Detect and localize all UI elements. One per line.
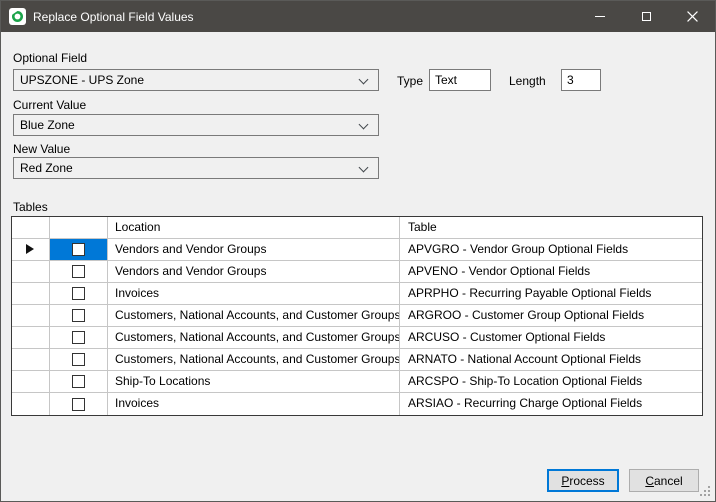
close-icon — [687, 11, 698, 22]
row-table-cell[interactable]: APVENO - Vendor Optional Fields — [400, 261, 702, 282]
row-table-cell[interactable]: ARNATO - National Account Optional Field… — [400, 349, 702, 370]
cancel-button[interactable]: Cancel — [629, 469, 699, 492]
current-value-value: Blue Zone — [20, 118, 75, 132]
row-selector-cell[interactable] — [12, 393, 50, 415]
table-row[interactable]: Invoices APRPHO - Recurring Payable Opti… — [12, 283, 702, 305]
row-selector-cell[interactable] — [12, 283, 50, 304]
row-selector-cell[interactable] — [12, 371, 50, 392]
row-checkbox-cell[interactable] — [50, 283, 108, 304]
table-row[interactable]: Vendors and Vendor Groups APVENO - Vendo… — [12, 261, 702, 283]
chevron-down-icon — [359, 120, 369, 130]
minimize-button[interactable] — [577, 1, 623, 32]
window-controls — [577, 1, 715, 32]
row-location-cell[interactable]: Invoices — [108, 283, 400, 304]
table-row[interactable]: Customers, National Accounts, and Custom… — [12, 305, 702, 327]
type-value: Text — [435, 73, 457, 87]
row-checkbox-cell[interactable] — [50, 393, 108, 415]
row-location-cell[interactable]: Customers, National Accounts, and Custom… — [108, 349, 400, 370]
row-selector-cell[interactable] — [12, 349, 50, 370]
new-value-value: Red Zone — [20, 161, 73, 175]
row-checkbox-cell[interactable] — [50, 371, 108, 392]
length-label: Length — [509, 74, 546, 88]
titlebar: Replace Optional Field Values — [1, 1, 715, 32]
row-location-cell[interactable]: Vendors and Vendor Groups — [108, 239, 400, 260]
table-body: Vendors and Vendor Groups APVGRO - Vendo… — [12, 239, 702, 415]
row-checkbox-cell[interactable] — [50, 327, 108, 348]
chevron-down-icon — [359, 163, 369, 173]
row-checkbox-cell[interactable] — [50, 305, 108, 326]
sage-app-icon — [9, 8, 26, 25]
window-title: Replace Optional Field Values — [33, 10, 194, 24]
table-row[interactable]: Ship-To Locations ARCSPO - Ship-To Locat… — [12, 371, 702, 393]
row-location-cell[interactable]: Invoices — [108, 393, 400, 415]
table-row[interactable]: Vendors and Vendor Groups APVGRO - Vendo… — [12, 239, 702, 261]
length-field[interactable]: 3 — [561, 69, 601, 91]
row-checkbox[interactable] — [72, 331, 85, 344]
row-checkbox-cell[interactable] — [50, 349, 108, 370]
header-location-cell: Location — [108, 217, 400, 238]
row-table-cell[interactable]: APVGRO - Vendor Group Optional Fields — [400, 239, 702, 260]
row-checkbox[interactable] — [72, 265, 85, 278]
header-table-cell: Table — [400, 217, 702, 238]
row-selector-cell[interactable] — [12, 305, 50, 326]
table-row[interactable]: Invoices ARSIAO - Recurring Charge Optio… — [12, 393, 702, 415]
sage-app-icon-glyph — [11, 10, 24, 23]
minimize-icon — [595, 16, 605, 17]
length-value: 3 — [567, 73, 574, 87]
header-selector-cell — [12, 217, 50, 238]
row-location-cell[interactable]: Customers, National Accounts, and Custom… — [108, 305, 400, 326]
row-table-cell[interactable]: ARCSPO - Ship-To Location Optional Field… — [400, 371, 702, 392]
header-checkbox-cell — [50, 217, 108, 238]
row-checkbox[interactable] — [72, 309, 85, 322]
row-checkbox[interactable] — [72, 353, 85, 366]
new-value-label: New Value — [13, 142, 70, 156]
close-button[interactable] — [669, 1, 715, 32]
optional-field-dropdown[interactable]: UPSZONE - UPS Zone — [13, 69, 379, 91]
chevron-down-icon — [359, 75, 369, 85]
process-button[interactable]: Process — [547, 469, 619, 492]
maximize-button[interactable] — [623, 1, 669, 32]
current-value-dropdown[interactable]: Blue Zone — [13, 114, 379, 136]
row-location-cell[interactable]: Vendors and Vendor Groups — [108, 261, 400, 282]
table-header-row: Location Table — [12, 217, 702, 239]
row-table-cell[interactable]: ARSIAO - Recurring Charge Optional Field… — [400, 393, 702, 415]
tables-label: Tables — [13, 200, 48, 214]
row-table-cell[interactable]: ARGROO - Customer Group Optional Fields — [400, 305, 702, 326]
type-field[interactable]: Text — [429, 69, 491, 91]
row-checkbox[interactable] — [72, 243, 85, 256]
table-row[interactable]: Customers, National Accounts, and Custom… — [12, 349, 702, 371]
row-checkbox[interactable] — [72, 398, 85, 411]
resize-grip-icon[interactable] — [700, 486, 711, 497]
new-value-dropdown[interactable]: Red Zone — [13, 157, 379, 179]
row-table-cell[interactable]: ARCUSO - Customer Optional Fields — [400, 327, 702, 348]
row-selector-cell[interactable] — [12, 327, 50, 348]
maximize-icon — [642, 12, 651, 21]
tables-grid: Location Table Vendors and Vendor Groups… — [11, 216, 703, 416]
row-location-cell[interactable]: Customers, National Accounts, and Custom… — [108, 327, 400, 348]
optional-field-value: UPSZONE - UPS Zone — [20, 73, 144, 87]
current-value-label: Current Value — [13, 98, 86, 112]
row-table-cell[interactable]: APRPHO - Recurring Payable Optional Fiel… — [400, 283, 702, 304]
row-checkbox-cell[interactable] — [50, 239, 108, 260]
row-selector-cell[interactable] — [12, 239, 50, 260]
replace-optional-field-values-dialog: Replace Optional Field Values Optional F… — [0, 0, 716, 502]
type-label: Type — [397, 74, 423, 88]
row-checkbox-cell[interactable] — [50, 261, 108, 282]
row-checkbox[interactable] — [72, 375, 85, 388]
table-row[interactable]: Customers, National Accounts, and Custom… — [12, 327, 702, 349]
row-checkbox[interactable] — [72, 287, 85, 300]
row-location-cell[interactable]: Ship-To Locations — [108, 371, 400, 392]
optional-field-label: Optional Field — [13, 51, 87, 65]
row-selector-cell[interactable] — [12, 261, 50, 282]
